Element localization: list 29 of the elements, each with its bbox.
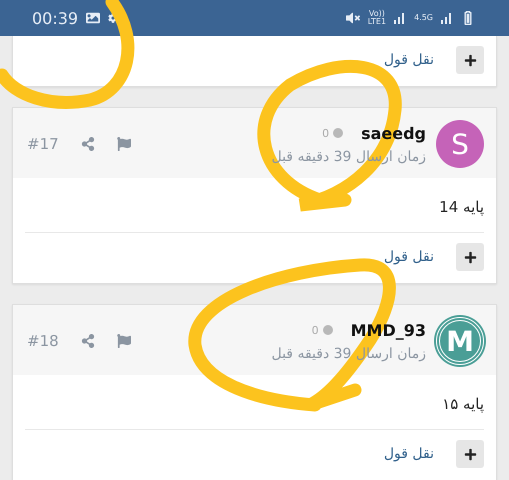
- user-avatar: S: [436, 120, 484, 168]
- add-button[interactable]: [456, 440, 484, 468]
- user-avatar: M: [436, 317, 484, 365]
- status-dot: [333, 128, 344, 138]
- settings-icon: [108, 13, 118, 23]
- status-dot: [322, 325, 333, 335]
- flag-icon[interactable]: [116, 137, 131, 151]
- mute-icon: [346, 11, 360, 25]
- clock: 00:39: [32, 8, 78, 28]
- post-body: پایه 14: [25, 198, 484, 233]
- flag-icon[interactable]: [116, 334, 131, 348]
- plus-icon: [464, 54, 476, 66]
- quote-link[interactable]: نقل قول: [384, 446, 434, 462]
- reputation-count: 0: [322, 126, 330, 140]
- network-label: 4.5G: [414, 14, 433, 22]
- plus-icon: [464, 448, 476, 460]
- signal-icon: [441, 12, 453, 24]
- signal-icon: [394, 12, 406, 24]
- share-icon[interactable]: [80, 334, 95, 348]
- image-icon: [86, 11, 100, 25]
- post-body: پایه ۱۵: [25, 395, 484, 430]
- quote-link[interactable]: نقل قول: [384, 249, 434, 265]
- add-button[interactable]: [456, 243, 484, 271]
- network-label: Vo)) LTE1: [368, 10, 386, 26]
- share-icon[interactable]: [80, 137, 95, 151]
- plus-icon: [464, 250, 476, 264]
- reputation-count: 0: [312, 324, 319, 336]
- add-button[interactable]: [456, 46, 484, 74]
- quote-link[interactable]: نقل قول: [384, 52, 434, 68]
